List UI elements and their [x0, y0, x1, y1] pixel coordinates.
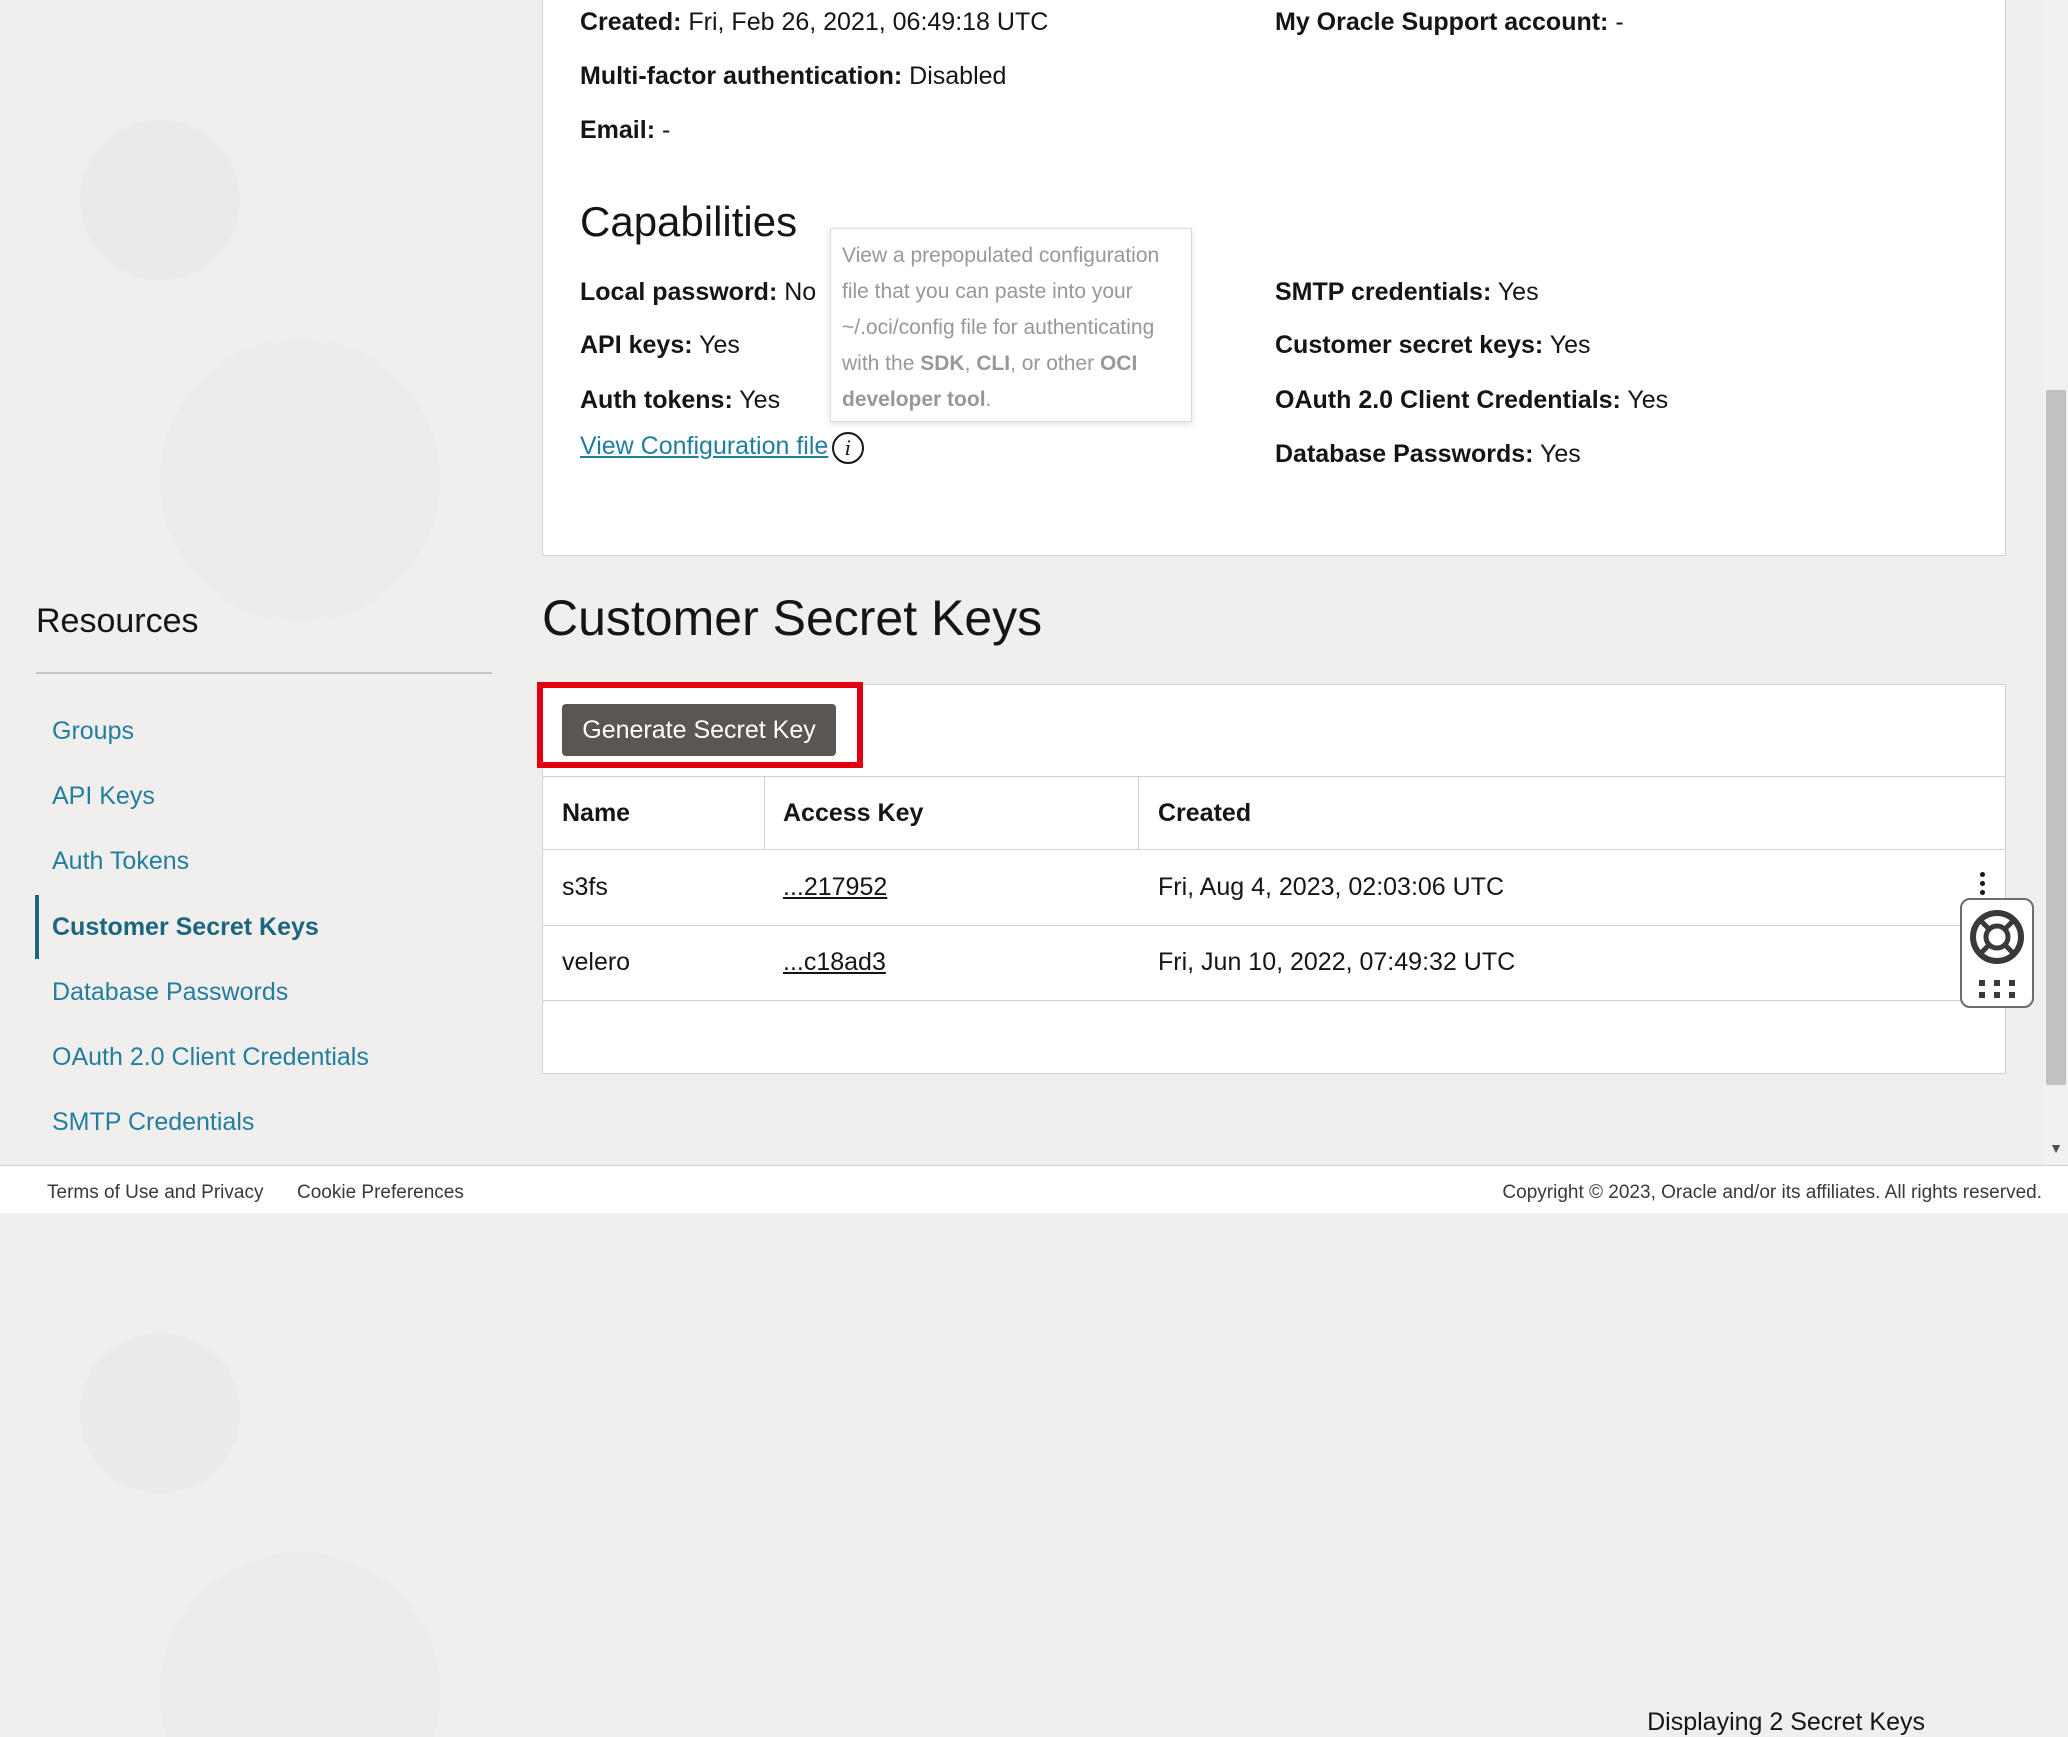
- divider: [543, 849, 2005, 850]
- row-created: Fri, Jun 10, 2022, 07:49:32 UTC: [1158, 948, 1516, 976]
- created-field: Created: Fri, Feb 26, 2021, 06:49:18 UTC: [580, 8, 1049, 36]
- tooltip-line: developer tool.: [842, 388, 992, 411]
- capability-smtp: SMTP credentials: Yes: [1275, 278, 1539, 306]
- sidebar-item-oauth-client-credentials[interactable]: OAuth 2.0 Client Credentials: [52, 1042, 369, 1072]
- sidebar-item-api-keys[interactable]: API Keys: [52, 781, 155, 811]
- highlight-box: [537, 682, 863, 768]
- tooltip-line: with the SDK, CLI, or other OCI: [842, 352, 1138, 375]
- column-header-name[interactable]: Name: [562, 798, 630, 828]
- mfa-field: Multi-factor authentication: Disabled: [580, 62, 1007, 90]
- help-widget[interactable]: [1960, 898, 2034, 1008]
- active-indicator: [35, 895, 39, 959]
- row-name: s3fs: [562, 873, 608, 901]
- user-details-panel: Created: Fri, Feb 26, 2021, 06:49:18 UTC…: [542, 0, 2006, 556]
- tooltip-line: ~/.oci/config file for authenticating: [842, 316, 1155, 339]
- page-footer: Terms of Use and Privacy Cookie Preferen…: [0, 1165, 2068, 1213]
- access-key-link[interactable]: ...217952: [783, 872, 887, 902]
- row-created: Fri, Aug 4, 2023, 02:03:06 UTC: [1158, 873, 1505, 901]
- capability-oauth: OAuth 2.0 Client Credentials: Yes: [1275, 386, 1669, 414]
- scroll-down-arrow-icon[interactable]: ▼: [2048, 1140, 2064, 1156]
- divider: [543, 776, 2005, 777]
- cookie-preferences-link[interactable]: Cookie Preferences: [297, 1182, 464, 1204]
- column-header-created[interactable]: Created: [1158, 798, 1251, 828]
- resources-title: Resources: [36, 602, 199, 640]
- divider: [1138, 776, 1139, 849]
- terms-link[interactable]: Terms of Use and Privacy: [47, 1182, 263, 1204]
- sidebar-item-database-passwords[interactable]: Database Passwords: [52, 977, 288, 1007]
- capability-customer-secret-keys: Customer secret keys: Yes: [1275, 331, 1591, 359]
- sidebar-item-auth-tokens[interactable]: Auth Tokens: [52, 846, 189, 876]
- capability-database-passwords: Database Passwords: Yes: [1275, 440, 1581, 468]
- copyright-text: Copyright © 2023, Oracle and/or its affi…: [1502, 1182, 2042, 1203]
- capability-local-password: Local password: No: [580, 278, 817, 306]
- capability-api-keys: API keys: Yes: [580, 331, 740, 359]
- tooltip-line: View a prepopulated configuration: [842, 244, 1160, 267]
- access-key-link[interactable]: ...c18ad3: [783, 947, 886, 977]
- divider: [764, 776, 765, 849]
- table-footer-count: Displaying 2 Secret Keys: [1647, 1708, 1925, 1736]
- column-header-access-key[interactable]: Access Key: [783, 798, 923, 828]
- email-field: Email: -: [580, 116, 671, 144]
- info-icon[interactable]: i: [832, 432, 864, 464]
- divider: [36, 672, 492, 674]
- kebab-menu-icon[interactable]: [1976, 872, 1988, 900]
- sidebar-item-smtp-credentials[interactable]: SMTP Credentials: [52, 1107, 254, 1137]
- tooltip-line: file that you can paste into your: [842, 280, 1133, 303]
- capability-auth-tokens: Auth tokens: Yes: [580, 386, 781, 414]
- page-title: Customer Secret Keys: [542, 590, 1043, 646]
- divider: [543, 1000, 2005, 1001]
- sidebar-item-customer-secret-keys[interactable]: Customer Secret Keys: [52, 912, 319, 942]
- view-configuration-file-link[interactable]: View Configuration file: [580, 431, 828, 461]
- sidebar-item-groups[interactable]: Groups: [52, 716, 134, 746]
- lifebuoy-icon: [1970, 910, 2024, 998]
- mos-field: My Oracle Support account: -: [1275, 8, 1624, 36]
- capabilities-title: Capabilities: [580, 198, 798, 245]
- divider: [543, 925, 2005, 926]
- configuration-tooltip: View a prepopulated configuration file t…: [830, 228, 1192, 422]
- row-name: velero: [562, 948, 631, 976]
- scrollbar-thumb[interactable]: [2046, 390, 2066, 1085]
